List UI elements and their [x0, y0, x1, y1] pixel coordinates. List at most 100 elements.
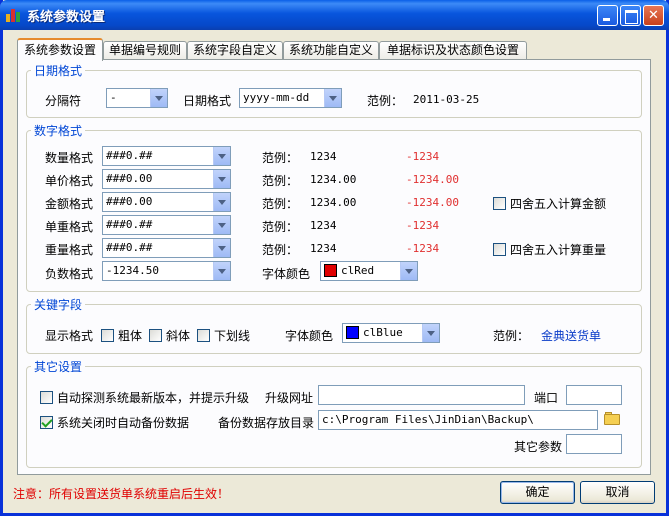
date-sample-label: 范例： — [367, 94, 404, 108]
quantity-format-value: ###0.## — [106, 149, 153, 162]
weight-format-label: 重量格式 — [45, 243, 94, 257]
auto-backup-label: 系统关闭时自动备份数据 — [57, 416, 190, 430]
tab-custom-functions[interactable]: 系统功能自定义 — [283, 41, 379, 60]
italic-label: 斜体 — [166, 329, 191, 343]
weight-sample-label: 范例： — [262, 243, 299, 257]
other-params-input[interactable] — [566, 434, 622, 454]
round-weight-label: 四舍五入计算重量 — [510, 243, 607, 257]
weight-format-value: ###0.## — [106, 241, 153, 254]
quantity-sample-positive: 1234 — [310, 150, 337, 163]
price-sample-positive: 1234.00 — [310, 173, 357, 186]
negative-format-label: 负数格式 — [45, 267, 94, 281]
key-font-color-select[interactable]: clBlue — [342, 323, 440, 343]
date-format-select[interactable]: yyyy-mm-dd — [239, 88, 342, 108]
amount-sample-positive: 1234.00 — [310, 196, 357, 209]
number-font-color-value: clRed — [341, 264, 375, 277]
unit-weight-sample-negative: -1234 — [406, 219, 440, 232]
unit-weight-format-label: 单重格式 — [45, 220, 94, 234]
other-settings-legend: 其它设置 — [34, 360, 83, 374]
port-label: 端口 — [534, 391, 559, 405]
weight-sample-positive: 1234 — [310, 242, 337, 255]
checkbox-box-checked[interactable] — [40, 415, 53, 429]
checkbox-box[interactable] — [149, 328, 162, 342]
separator-select[interactable]: - — [106, 88, 168, 108]
chevron-down-icon[interactable] — [324, 89, 341, 107]
underline-checkbox[interactable]: 下划线 — [197, 327, 250, 344]
checkbox-box[interactable] — [101, 328, 114, 342]
number-font-color-select[interactable]: clRed — [320, 261, 418, 281]
amount-format-select[interactable]: ###0.00 — [102, 192, 231, 212]
tab-doc-numbering[interactable]: 单据编号规则 — [103, 41, 187, 60]
italic-checkbox[interactable]: 斜体 — [149, 327, 190, 344]
unit-weight-format-value: ###0.## — [106, 218, 153, 231]
unit-weight-format-select[interactable]: ###0.## — [102, 215, 231, 235]
chevron-down-icon[interactable] — [400, 262, 417, 280]
folder-open-icon[interactable] — [604, 412, 622, 426]
quantity-format-select[interactable]: ###0.## — [102, 146, 231, 166]
chevron-down-icon[interactable] — [213, 239, 230, 257]
key-field-legend: 关键字段 — [34, 298, 83, 312]
maximize-button[interactable] — [620, 5, 641, 26]
negative-format-value: -1234.50 — [106, 264, 159, 277]
price-sample-negative: -1234.00 — [406, 173, 459, 186]
unit-weight-sample-positive: 1234 — [310, 219, 337, 232]
backup-dir-input[interactable]: c:\Program Files\JinDian\Backup\ — [318, 410, 598, 430]
minimize-button[interactable] — [597, 5, 618, 26]
negative-format-select[interactable]: -1234.50 — [102, 261, 231, 281]
chevron-down-icon[interactable] — [213, 193, 230, 211]
maximize-icon — [621, 6, 640, 25]
round-weight-checkbox[interactable]: 四舍五入计算重量 — [493, 241, 606, 258]
ok-button[interactable]: 确定 — [500, 481, 575, 504]
date-format-legend: 日期格式 — [34, 64, 83, 78]
close-button[interactable]: ✕ — [643, 5, 664, 26]
upgrade-url-input[interactable] — [318, 385, 525, 405]
price-format-select[interactable]: ###0.00 — [102, 169, 231, 189]
minimize-icon — [598, 6, 617, 25]
tab-panel: 日期格式 分隔符 - 日期格式 yyyy-mm-dd 范例： 2011-03-2… — [17, 59, 651, 475]
chevron-down-icon[interactable] — [213, 170, 230, 188]
key-sample-value: 金典送货单 — [541, 329, 602, 343]
chevron-down-icon[interactable] — [150, 89, 167, 107]
bold-checkbox[interactable]: 粗体 — [101, 327, 142, 344]
unit-weight-sample-label: 范例： — [262, 220, 299, 234]
chevron-down-icon[interactable] — [213, 262, 230, 280]
quantity-sample-negative: -1234 — [406, 150, 440, 163]
number-font-color-label: 字体颜色 — [262, 267, 311, 281]
key-font-color-value: clBlue — [363, 326, 403, 339]
chevron-down-icon[interactable] — [213, 147, 230, 165]
port-input[interactable] — [566, 385, 622, 405]
restart-notice: 注意：所有设置送货单系统重启后生效！ — [13, 487, 230, 501]
price-sample-label: 范例： — [262, 174, 299, 188]
weight-sample-negative: -1234 — [406, 242, 440, 255]
window-title: 系统参数设置 — [27, 10, 106, 25]
bold-label: 粗体 — [118, 329, 143, 343]
weight-format-select[interactable]: ###0.## — [102, 238, 231, 258]
other-settings-group: 其它设置 自动探测系统最新版本，并提示升级 升级网址 端口 系统关闭时自动备份数… — [26, 358, 642, 468]
checkbox-box[interactable] — [493, 242, 506, 256]
round-amount-label: 四舍五入计算金额 — [510, 197, 607, 211]
title-bar[interactable]: 系统参数设置 ✕ — [0, 0, 669, 30]
chevron-down-icon[interactable] — [422, 324, 439, 342]
chevron-down-icon[interactable] — [213, 216, 230, 234]
checkbox-box[interactable] — [40, 390, 53, 404]
upgrade-url-label: 升级网址 — [265, 391, 314, 405]
auto-detect-checkbox[interactable]: 自动探测系统最新版本，并提示升级 — [40, 389, 249, 406]
quantity-format-label: 数量格式 — [45, 151, 94, 165]
tab-custom-fields[interactable]: 系统字段自定义 — [187, 41, 283, 60]
backup-dir-label: 备份数据存放目录 — [218, 416, 315, 430]
auto-backup-checkbox[interactable]: 系统关闭时自动备份数据 — [40, 414, 189, 431]
key-font-color-label: 字体颜色 — [285, 329, 334, 343]
date-sample-value: 2011-03-25 — [413, 93, 480, 106]
tab-system-params[interactable]: 系统参数设置 — [17, 38, 103, 61]
tab-status-colors[interactable]: 单据标识及状态颜色设置 — [379, 41, 527, 60]
cancel-button[interactable]: 取消 — [580, 481, 655, 504]
settings-window: 系统参数设置 ✕ 系统参数设置 单据编号规则 系统字段自定义 系统功能自定义 单… — [0, 0, 669, 516]
price-format-value: ###0.00 — [106, 172, 153, 185]
checkbox-box[interactable] — [197, 328, 210, 342]
price-format-label: 单价格式 — [45, 174, 94, 188]
round-amount-checkbox[interactable]: 四舍五入计算金额 — [493, 195, 606, 212]
key-field-group: 关键字段 显示格式 粗体 斜体 下划线 字体颜色 clBlue 范例： 金典送货… — [26, 296, 642, 354]
number-format-group: 数字格式 数量格式 ###0.## 范例： 1234 -1234 单价格式 ##… — [26, 122, 642, 292]
checkbox-box[interactable] — [493, 196, 506, 210]
display-format-label: 显示格式 — [45, 329, 94, 343]
